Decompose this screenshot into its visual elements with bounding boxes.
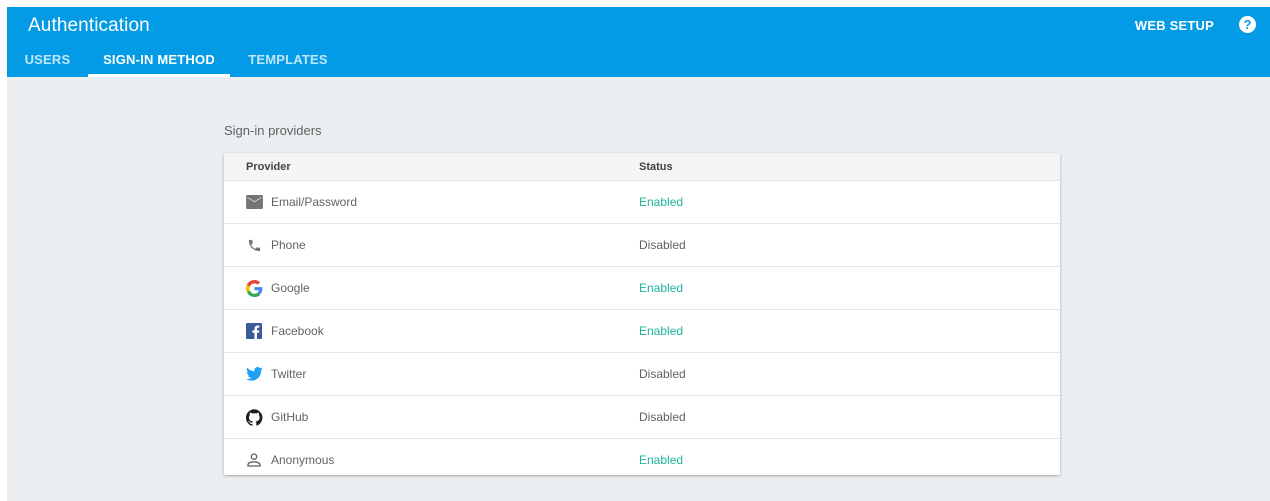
status-badge: Enabled	[639, 281, 684, 295]
anonymous-icon	[245, 451, 263, 469]
provider-name: Google	[271, 281, 310, 295]
twitter-icon	[245, 365, 263, 383]
provider-name: Phone	[271, 238, 306, 252]
status-badge: Enabled	[639, 195, 684, 209]
status-badge: Enabled	[639, 324, 684, 338]
tab-bar: USERS SIGN-IN METHOD TEMPLATES	[7, 49, 1270, 77]
status-badge: Disabled	[639, 238, 686, 252]
help-icon[interactable]: ?	[1239, 16, 1256, 33]
app-bar: Authentication WEB SETUP ? USERS SIGN-IN…	[7, 7, 1270, 77]
tab-users[interactable]: USERS	[7, 49, 88, 77]
table-row[interactable]: Facebook Enabled	[224, 310, 1060, 353]
table-row[interactable]: Google Enabled	[224, 267, 1060, 310]
table-row[interactable]: GitHub Disabled	[224, 396, 1060, 439]
provider-name: Email/Password	[271, 195, 358, 209]
google-icon	[245, 279, 263, 297]
status-badge: Enabled	[639, 453, 684, 467]
status-badge: Disabled	[639, 367, 686, 381]
table-row[interactable]: Email/Password Enabled	[224, 181, 1060, 224]
tab-templates[interactable]: TEMPLATES	[230, 49, 346, 77]
github-icon	[245, 408, 263, 426]
web-setup-button[interactable]: WEB SETUP	[1135, 18, 1214, 33]
status-badge: Disabled	[639, 410, 686, 424]
provider-name: Anonymous	[271, 453, 335, 467]
page-title: Authentication	[28, 15, 150, 36]
email-icon	[245, 193, 263, 211]
providers-table: Provider Status Email/Password Enabled P…	[224, 153, 1060, 475]
auth-page: Authentication WEB SETUP ? USERS SIGN-IN…	[7, 7, 1270, 501]
column-header-provider: Provider	[246, 161, 291, 173]
facebook-icon	[245, 322, 263, 340]
column-header-status: Status	[639, 161, 673, 173]
table-row[interactable]: Phone Disabled	[224, 224, 1060, 267]
phone-icon	[245, 236, 263, 254]
provider-name: Twitter	[271, 367, 307, 381]
section-heading: Sign-in providers	[224, 123, 322, 138]
tab-sign-in-method[interactable]: SIGN-IN METHOD	[88, 49, 230, 77]
table-row[interactable]: Anonymous Enabled	[224, 439, 1060, 475]
table-row[interactable]: Twitter Disabled	[224, 353, 1060, 396]
provider-name: Facebook	[271, 324, 324, 338]
table-header: Provider Status	[224, 153, 1060, 181]
provider-name: GitHub	[271, 410, 309, 424]
